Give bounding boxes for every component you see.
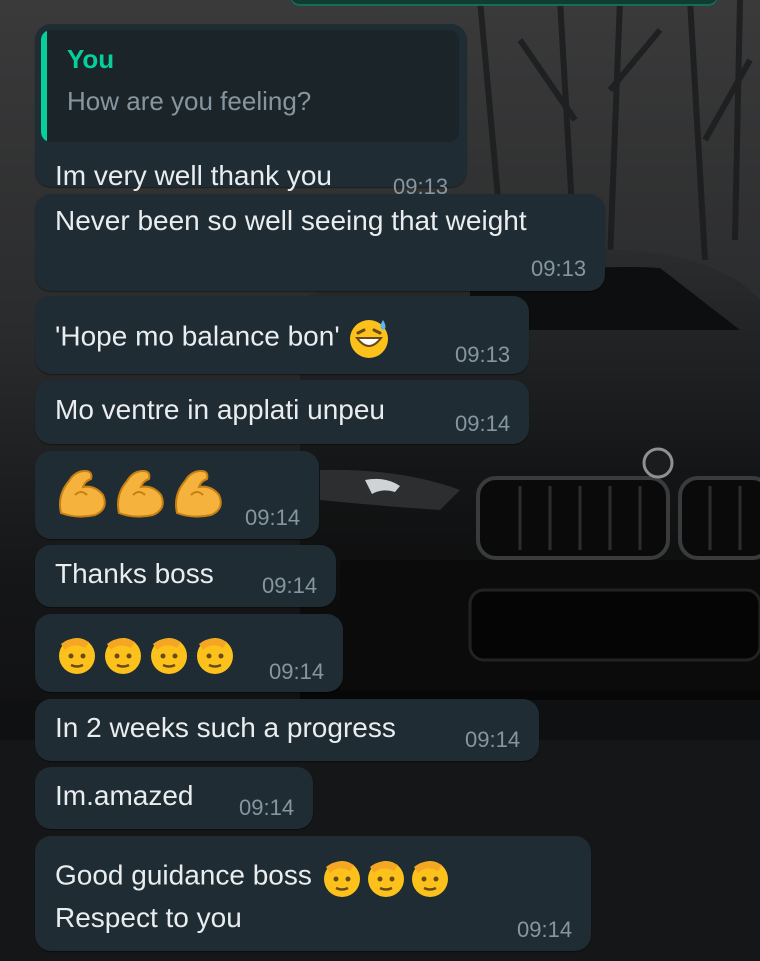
message-time: 09:13 — [455, 342, 511, 367]
flexed-biceps-emoji-icon — [171, 465, 225, 521]
message-text: 'Hope mo balance bon' — [55, 316, 391, 360]
saluting-face-emoji-icon — [101, 632, 145, 676]
emoji-row — [55, 632, 237, 676]
message-bubble[interactable]: Never been so well seeing that weight 09… — [35, 194, 605, 291]
message-text: Im very well thank you — [55, 160, 332, 191]
message-bubble[interactable]: Good guidance boss Respect to you 09:14 — [35, 836, 591, 951]
message-text-content: 'Hope mo balance bon' — [55, 320, 340, 352]
message-text-line-2: Respect to you — [55, 902, 242, 933]
saluting-face-emoji-icon — [320, 855, 364, 899]
flexed-biceps-emoji-icon — [55, 465, 109, 521]
message-time: 09:14 — [269, 659, 325, 684]
sweat-smile-emoji-icon — [347, 316, 391, 360]
message-text: Mo ventre in applati unpeu — [55, 394, 385, 425]
saluting-face-emoji-icon — [408, 855, 452, 899]
message-text-line-1: Good guidance boss — [55, 855, 452, 899]
quote-text: How are you feeling? — [67, 86, 312, 116]
message-bubble[interactable]: Thanks boss 09:14 — [35, 545, 336, 607]
quote-author: You — [67, 44, 115, 74]
quoted-message[interactable]: You How are you feeling? — [41, 30, 459, 142]
message-bubble[interactable]: Mo ventre in applati unpeu 09:14 — [35, 380, 529, 444]
previous-message-bubble — [290, 0, 718, 4]
saluting-face-emoji-icon — [147, 632, 191, 676]
message-time: 09:14 — [262, 573, 318, 598]
message-time: 09:14 — [517, 917, 573, 942]
message-bubble[interactable]: 'Hope mo balance bon' 09:13 — [35, 296, 529, 374]
quote-accent-bar — [41, 30, 47, 142]
message-time: 09:14 — [239, 795, 295, 820]
saluting-face-emoji-icon — [364, 855, 408, 899]
message-text: In 2 weeks such a progress — [55, 712, 396, 743]
message-bubble-emoji[interactable]: 09:14 — [35, 614, 343, 692]
message-bubble[interactable]: Im.amazed 09:14 — [35, 767, 313, 829]
message-time: 09:14 — [245, 505, 301, 530]
message-text: Im.amazed — [55, 780, 194, 811]
saluting-face-emoji-icon — [55, 632, 99, 676]
message-time: 09:14 — [465, 727, 521, 752]
flexed-biceps-emoji-icon — [113, 465, 167, 521]
message-text: Never been so well seeing that weight — [55, 205, 527, 236]
message-bubble-emoji[interactable]: 09:14 — [35, 451, 319, 539]
message-time: 09:14 — [455, 411, 511, 436]
message-time: 09:13 — [531, 256, 587, 281]
message-text: Thanks boss — [55, 558, 214, 589]
saluting-face-emoji-icon — [193, 632, 237, 676]
message-bubble[interactable]: In 2 weeks such a progress 09:14 — [35, 699, 539, 761]
emoji-row — [55, 465, 225, 521]
message-bubble-reply[interactable]: You How are you feeling? Im very well th… — [35, 24, 467, 199]
message-text-content: Good guidance boss — [55, 859, 312, 891]
